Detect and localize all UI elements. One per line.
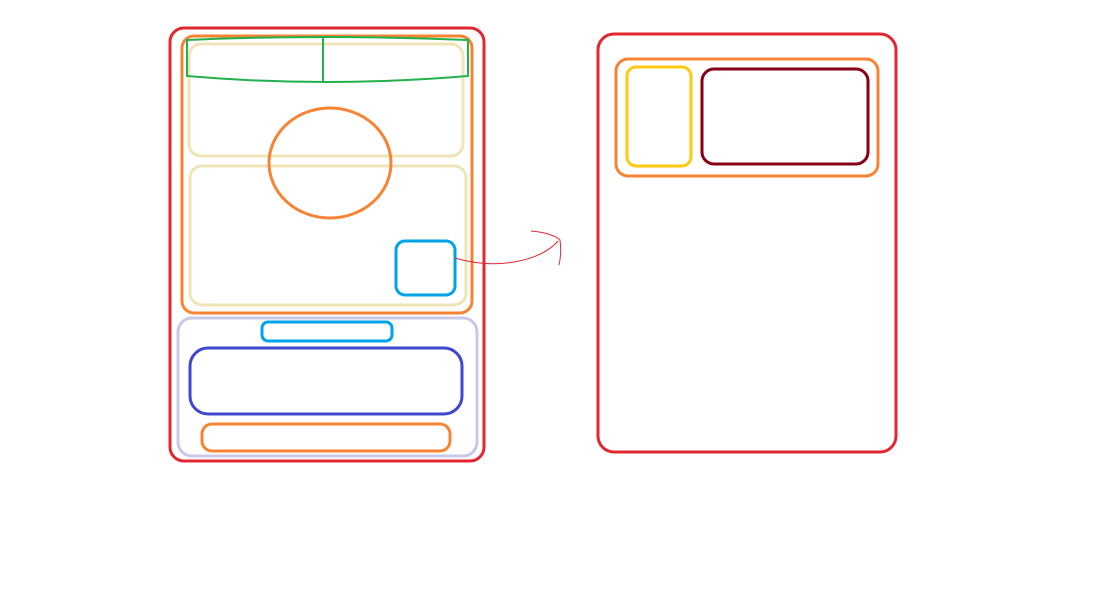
diagram-svg [168,26,898,463]
left-footer-bar [200,422,452,453]
left-top-card [180,34,474,315]
left-circle [267,106,393,220]
right-maroon-box [700,67,870,166]
right-yellow-box [625,65,693,168]
left-bottom-card [176,316,479,458]
diagram-canvas [0,0,1111,605]
right-header-row [614,57,880,178]
right-panel [596,32,898,454]
right-outer-frame [596,32,898,454]
connector-curve [454,240,559,264]
left-lower-section [188,164,468,307]
left-wide-box [188,346,464,416]
left-outer-frame [168,26,486,463]
left-upper-section [187,42,465,158]
left-pill [260,320,394,343]
connector-arrowhead [530,230,562,266]
left-small-square [394,239,457,297]
left-panel [168,26,486,463]
